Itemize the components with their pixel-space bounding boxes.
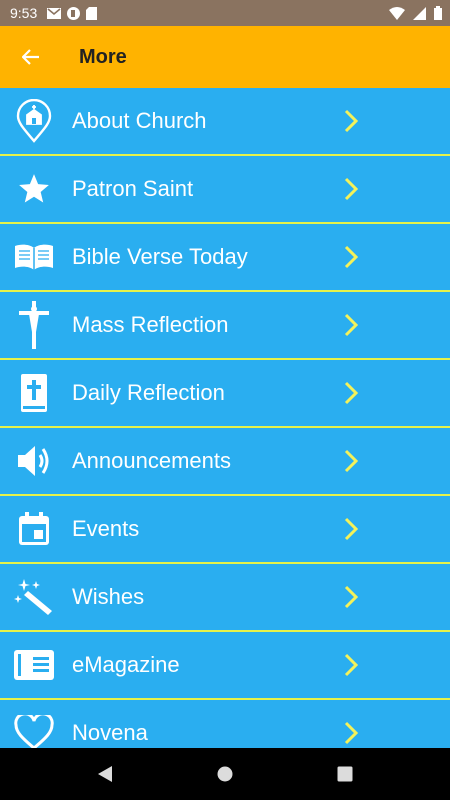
menu-item-label: Announcements <box>72 448 231 473</box>
menu-list: About Church Patron Saint Bible Verse To… <box>0 88 450 748</box>
menu-item-label: Novena <box>72 720 148 745</box>
church-pin-icon <box>0 88 68 154</box>
chevron-right-icon <box>344 449 358 473</box>
triangle-back-icon <box>98 766 112 782</box>
app-bar: More <box>0 26 450 88</box>
battery-icon <box>434 6 442 20</box>
chevron-right-icon <box>344 109 358 133</box>
chevron-right-icon <box>344 381 358 405</box>
nav-recents-button[interactable] <box>334 763 356 785</box>
open-book-icon <box>0 224 68 290</box>
sd-card-icon <box>86 6 98 20</box>
signal-icon <box>413 6 426 20</box>
status-time: 9:53 <box>10 5 38 21</box>
system-navigation-bar <box>0 748 450 800</box>
calendar-icon <box>0 496 68 562</box>
menu-item-label: Patron Saint <box>72 176 194 201</box>
menu-item-about-church[interactable]: About Church <box>0 88 450 156</box>
back-button[interactable] <box>0 26 62 88</box>
star-icon <box>0 156 68 222</box>
menu-item-novena[interactable]: Novena <box>0 700 450 748</box>
chevron-right-icon <box>344 245 358 269</box>
heart-icon <box>0 700 68 748</box>
menu-item-events[interactable]: Events <box>0 496 450 564</box>
magic-wand-icon <box>0 564 68 630</box>
menu-item-label: Mass Reflection <box>72 312 229 337</box>
menu-item-patron-saint[interactable]: Patron Saint <box>0 156 450 224</box>
notification-app-icon <box>67 6 81 20</box>
chevron-right-icon <box>344 653 358 677</box>
magazine-icon <box>0 632 68 698</box>
menu-item-emagazine[interactable]: eMagazine <box>0 632 450 700</box>
menu-item-label: Daily Reflection <box>72 380 225 405</box>
page-title: More <box>79 45 127 68</box>
bible-icon <box>0 360 68 426</box>
chevron-right-icon <box>344 313 358 337</box>
speaker-icon <box>0 428 68 494</box>
menu-item-label: eMagazine <box>72 652 180 677</box>
menu-item-label: Bible Verse Today <box>72 244 248 269</box>
chevron-right-icon <box>344 517 358 541</box>
menu-item-label: About Church <box>72 108 207 133</box>
status-bar: 9:53 <box>0 0 450 26</box>
wifi-icon <box>389 6 405 20</box>
square-recents-icon <box>337 766 353 782</box>
menu-item-wishes[interactable]: Wishes <box>0 564 450 632</box>
menu-item-label: Events <box>72 516 140 541</box>
nav-back-button[interactable] <box>94 763 116 785</box>
menu-item-daily-reflection[interactable]: Daily Reflection <box>0 360 450 428</box>
gmail-icon <box>47 7 62 19</box>
menu-item-label: Wishes <box>72 584 145 609</box>
chevron-right-icon <box>344 585 358 609</box>
chevron-right-icon <box>344 721 358 745</box>
nav-home-button[interactable] <box>214 763 236 785</box>
menu-item-announcements[interactable]: Announcements <box>0 428 450 496</box>
circle-home-icon <box>217 766 233 782</box>
arrow-back-icon <box>22 49 39 65</box>
menu-item-bible-verse-today[interactable]: Bible Verse Today <box>0 224 450 292</box>
menu-item-mass-reflection[interactable]: Mass Reflection <box>0 292 450 360</box>
chevron-right-icon <box>344 177 358 201</box>
crucifix-icon <box>0 292 68 358</box>
